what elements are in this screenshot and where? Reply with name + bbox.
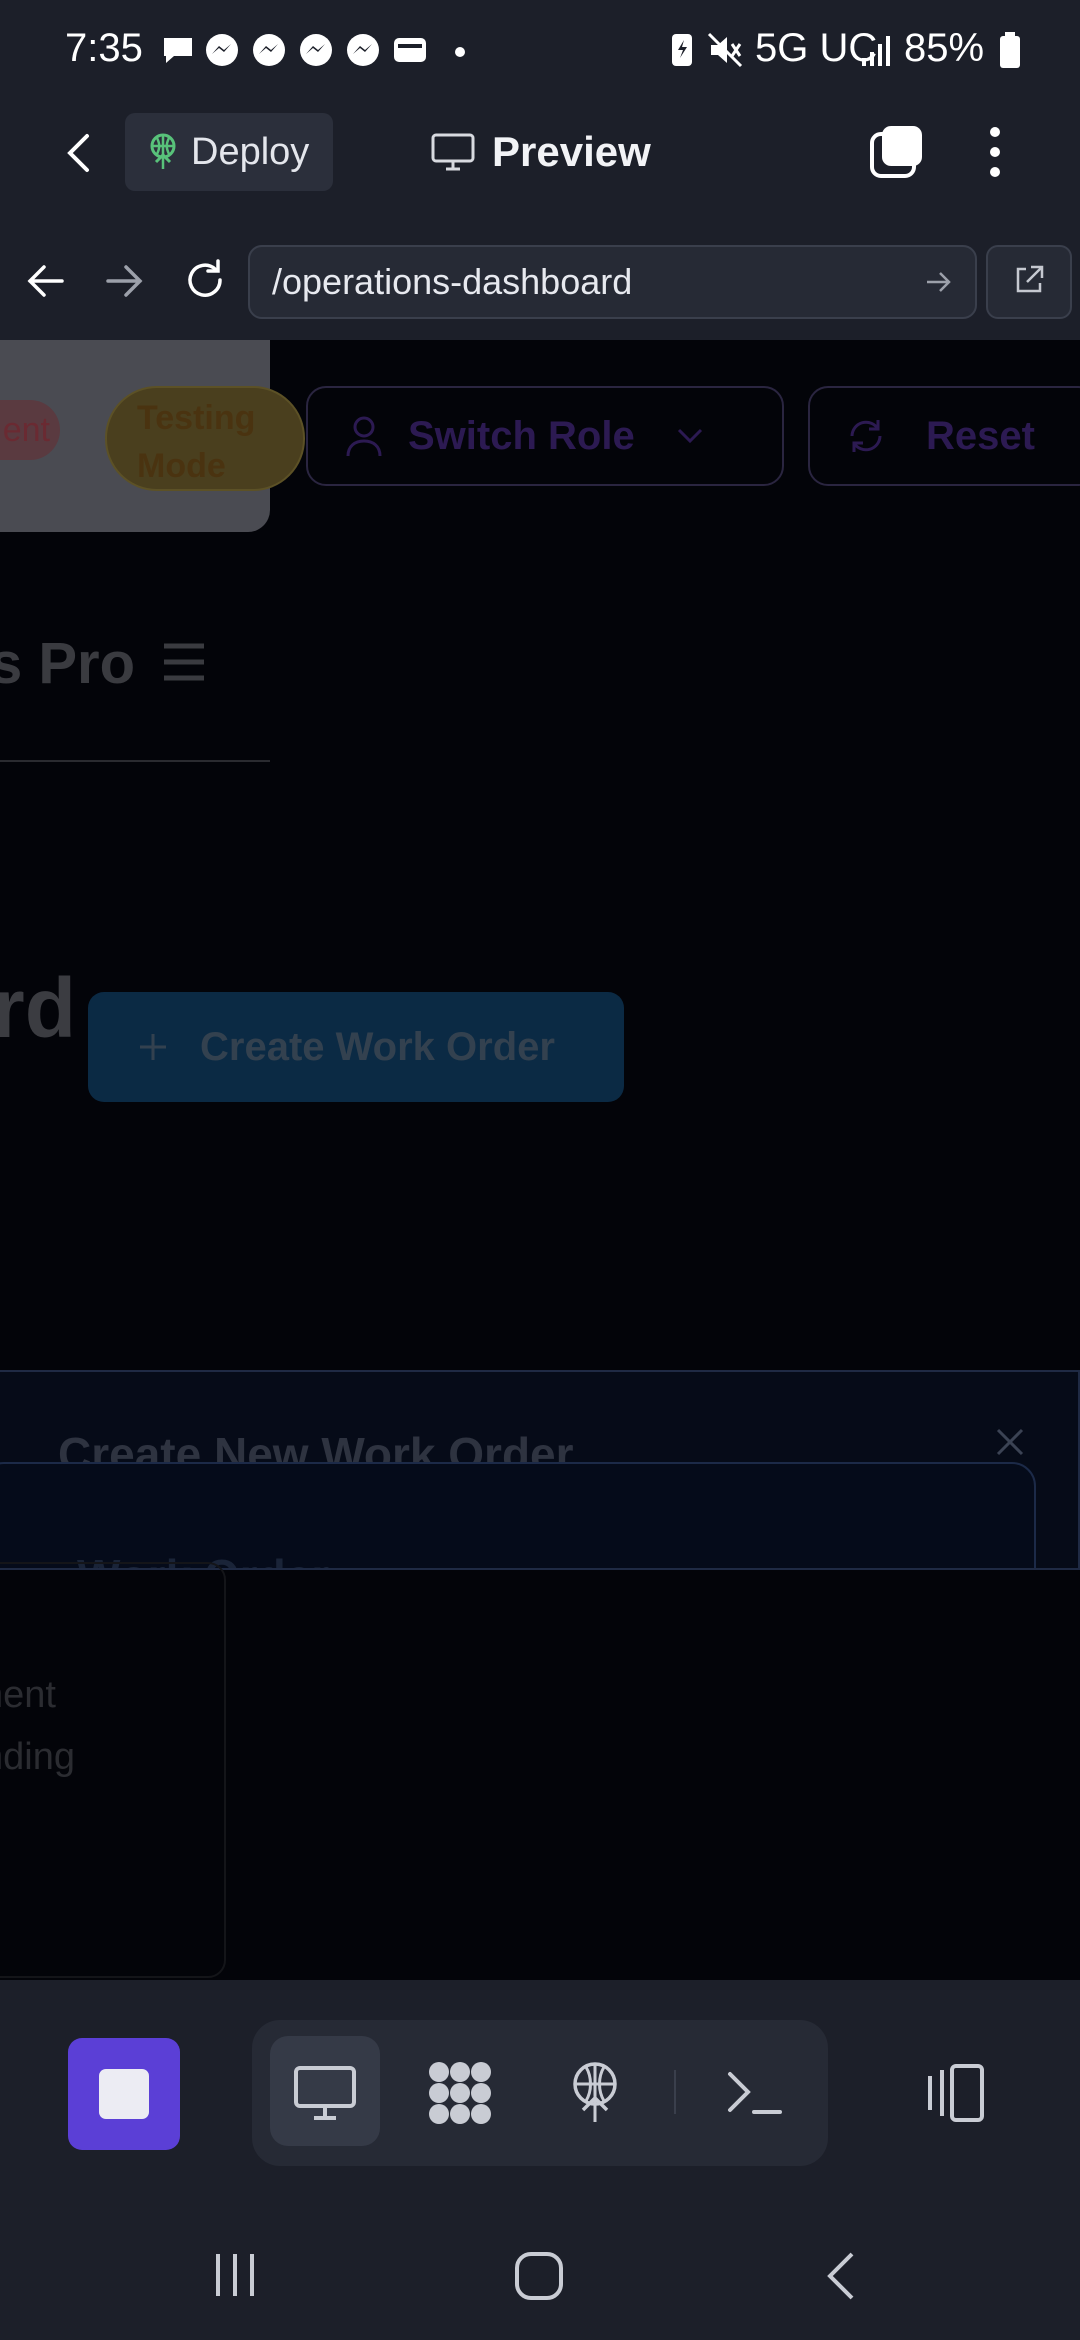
modal-inner-panel: Work Order [0, 1462, 1036, 1568]
messenger-icon [206, 34, 238, 66]
chat-bubble-icon [164, 38, 192, 63]
create-work-order-button[interactable]: Create Work Order [88, 992, 624, 1102]
battery-percent: 85% [904, 26, 985, 70]
battery-icon [1000, 32, 1020, 68]
create-work-order-modal: Create New Work Order Work Order [0, 1370, 1080, 1570]
messenger-icon [347, 34, 379, 66]
stop-icon [99, 2069, 149, 2119]
dot-icon [455, 47, 465, 57]
preview-tab[interactable]: Preview [430, 128, 651, 176]
testing-mode-badge: Testing Mode [105, 386, 305, 491]
testing-mode-line1: Testing [137, 399, 256, 437]
page-heading: rd [0, 961, 76, 1055]
status-time: 7:35 [65, 26, 143, 70]
url-field[interactable]: /operations-dashboard [248, 245, 977, 319]
terminal-icon[interactable] [720, 2058, 790, 2128]
more-options-icon[interactable] [980, 122, 1010, 182]
environment-pill: ent [0, 400, 60, 460]
chevron-down-icon [677, 428, 702, 444]
system-nav-bar [0, 2180, 1080, 2340]
user-icon [346, 416, 382, 457]
url-path: /operations-dashboard [272, 261, 633, 302]
reload-icon[interactable] [180, 255, 230, 305]
nav-forward-icon[interactable] [100, 257, 148, 305]
wallet-icon [394, 38, 426, 62]
brand-title: s Pro [0, 631, 136, 696]
battery-saver-icon [672, 34, 692, 66]
back-arrow-icon[interactable] [55, 128, 105, 178]
hamburger-menu-icon[interactable] [160, 640, 208, 684]
system-back-icon[interactable] [820, 2250, 864, 2302]
create-work-order-label: Create Work Order [200, 1024, 555, 1069]
packages-icon[interactable] [425, 2058, 495, 2128]
card-line: nding [0, 1736, 75, 1778]
split-view-icon[interactable] [920, 2058, 990, 2128]
external-link-icon [1016, 265, 1044, 293]
messenger-icon [253, 34, 285, 66]
monitor-icon [431, 133, 475, 171]
switch-role-button[interactable]: Switch Role [306, 386, 784, 486]
browser-url-bar: /operations-dashboard [0, 235, 1080, 342]
tabs-icon[interactable] [868, 122, 926, 180]
mute-icon [707, 32, 743, 68]
bottom-toolbar [0, 1980, 1080, 2180]
home-icon[interactable] [513, 2250, 565, 2302]
monitor-icon[interactable] [290, 2058, 360, 2128]
messenger-icon [300, 34, 332, 66]
toolbar-separator [674, 2070, 676, 2114]
reset-button[interactable]: Reset [808, 386, 1080, 486]
close-icon[interactable] [990, 1422, 1030, 1462]
reset-label: Reset [926, 413, 1035, 458]
testing-mode-line2: Mode [137, 447, 226, 485]
status-bar: 7:35 5G UC 85% [0, 0, 1080, 100]
sidebar-divider [0, 760, 270, 762]
refresh-icon [850, 420, 882, 452]
app-header: Deploy Preview [0, 100, 1080, 245]
go-arrow-icon[interactable] [923, 267, 953, 297]
preview-label: Preview [492, 128, 651, 175]
deploy-button[interactable]: Deploy [125, 113, 333, 191]
deploy-icon[interactable] [560, 2058, 630, 2128]
stop-button[interactable] [68, 2038, 180, 2150]
recent-apps-icon[interactable] [210, 2250, 260, 2300]
signal-icon [862, 36, 890, 66]
deploy-label: Deploy [191, 130, 310, 173]
plus-icon [140, 1034, 166, 1060]
deploy-icon [150, 133, 176, 169]
summary-card: nent nding [0, 1562, 226, 1978]
switch-role-label: Switch Role [408, 413, 635, 458]
nav-back-icon[interactable] [22, 257, 70, 305]
open-external-button[interactable] [986, 245, 1072, 319]
card-line: nent [0, 1674, 56, 1716]
web-preview: ent Testing Mode Switch Role Reset s Pro… [0, 340, 1080, 1980]
